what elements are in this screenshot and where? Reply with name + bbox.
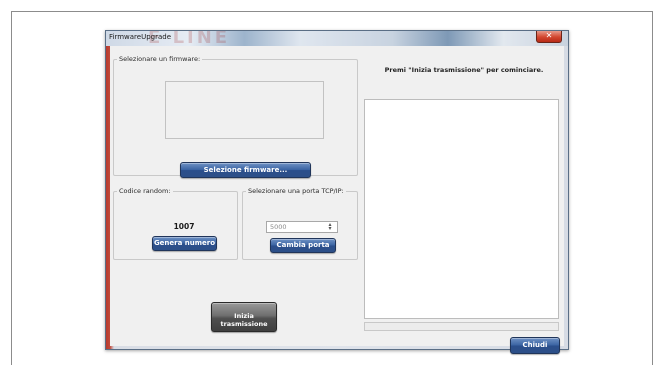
- transmission-progress-bar: [364, 322, 559, 331]
- close-icon: ✕: [545, 31, 553, 40]
- start-prompt-text: Premi "Inizia trasmissione" per comincia…: [384, 66, 544, 74]
- firmware-group-legend: Selezionare un firmware:: [119, 55, 201, 63]
- spin-up-down-icon[interactable]: ▴ ▾: [326, 222, 334, 232]
- title-bar[interactable]: E LINE FirmwareUpgrade ✕: [106, 31, 568, 46]
- port-number-stepper[interactable]: 5000 ▴ ▾: [266, 221, 338, 233]
- start-transmission-label-line1: Inizia: [234, 312, 254, 320]
- random-code-value: 1007: [173, 222, 195, 231]
- transmission-log-area[interactable]: [364, 99, 559, 319]
- generate-number-button[interactable]: Genera numero: [152, 236, 217, 251]
- random-code-legend: Codice random:: [119, 187, 171, 195]
- start-transmission-button[interactable]: Inizia trasmissione: [211, 302, 277, 332]
- window-title: FirmwareUpgrade: [109, 33, 172, 41]
- client-area: Selezionare un firmware: Selezione firmw…: [110, 46, 564, 354]
- select-firmware-button[interactable]: Selezione firmware...: [180, 162, 311, 178]
- window-close-button[interactable]: ✕: [536, 31, 562, 43]
- change-port-button[interactable]: Cambia porta: [270, 238, 336, 253]
- port-group-legend: Selezionare una porta TCP/IP:: [248, 187, 344, 195]
- firmware-group: Selezionare un firmware:: [113, 55, 358, 176]
- start-transmission-label-line2: trasmissione: [220, 320, 268, 328]
- close-button[interactable]: Chiudi: [510, 337, 560, 354]
- port-number-value: 5000: [270, 223, 287, 231]
- firmware-upgrade-window: E LINE FirmwareUpgrade ✕ Selezionare un …: [105, 30, 569, 354]
- firmware-display-box: [165, 81, 324, 139]
